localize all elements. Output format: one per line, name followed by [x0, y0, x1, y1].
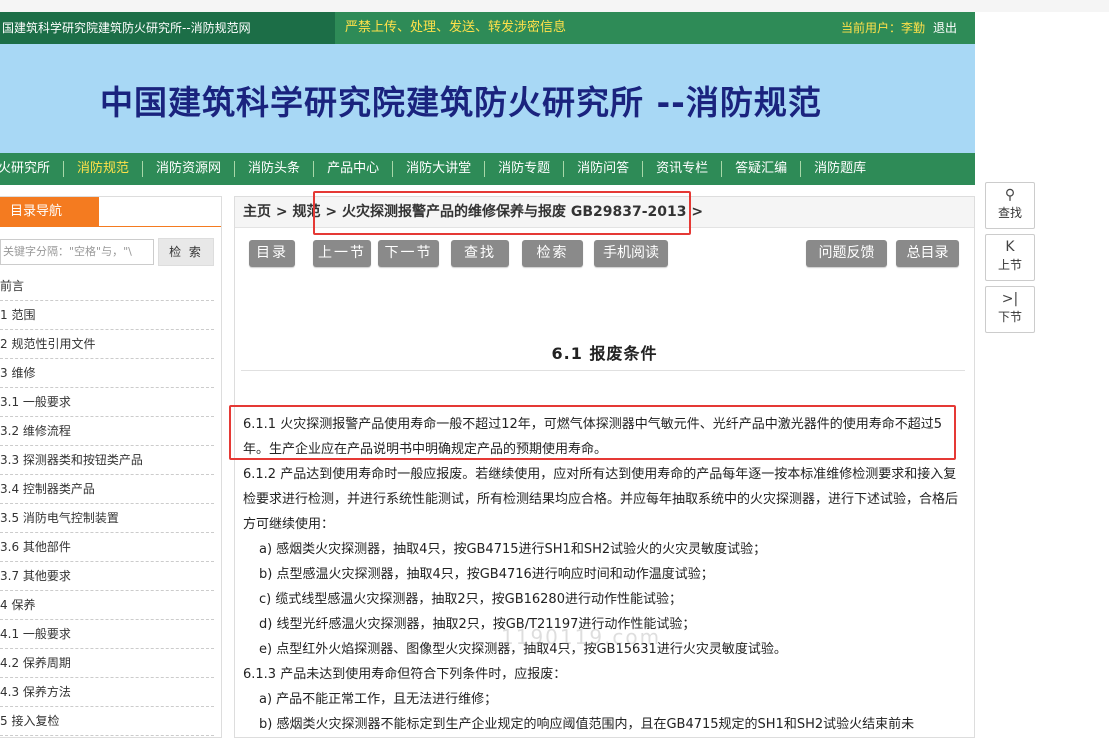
sidebar-title: 目录导航 [0, 197, 99, 227]
article-body: 6.1.1 火灾探测报警产品使用寿命一般不超过12年，可燃气体探测器中气敏元件、… [243, 412, 958, 737]
skip-back-icon: K [1005, 239, 1015, 255]
main-nav: 火研究所 消防规范 消防资源网 消防头条 产品中心 消防大讲堂 消防专题 消防问… [0, 153, 975, 185]
nav-item-question-bank[interactable]: 消防题库 [801, 161, 879, 177]
browser-strip [0, 0, 1109, 12]
nav-item-resources[interactable]: 消防资源网 [143, 161, 236, 177]
find-button[interactable]: 查找 [451, 240, 509, 267]
toc-item-3-5[interactable]: 3.5 消防电气控制装置 [0, 504, 214, 533]
toc-item-3-3[interactable]: 3.3 探测器类和按钮类产品 [0, 446, 214, 475]
mobile-read-button[interactable]: 手机阅读 [594, 240, 668, 267]
breadcrumb-separator: > [686, 204, 704, 220]
nav-item-news[interactable]: 资讯专栏 [643, 161, 723, 177]
paragraph-6-1-3: 6.1.3 产品未达到使用寿命但符合下列条件时，应报废： [243, 667, 567, 682]
current-user: 当前用户：李勤 [840, 21, 925, 35]
page: 国建筑科学研究院建筑防火研究所--消防规范网 严禁上传、处理、发送、转发涉密信息… [0, 0, 1109, 738]
site-title: 国建筑科学研究院建筑防火研究所--消防规范网 [0, 12, 335, 44]
toc-button[interactable]: 目录 [249, 240, 295, 267]
list-item: a) 产品不能正常工作，且无法进行维修； [259, 692, 498, 707]
top-bar: 国建筑科学研究院建筑防火研究所--消防规范网 严禁上传、处理、发送、转发涉密信息… [0, 12, 975, 44]
toc-item-4-3[interactable]: 4.3 保养方法 [0, 678, 214, 707]
toc-item-5[interactable]: 5 接入复检 [0, 707, 214, 736]
float-next-button[interactable]: >| 下节 [985, 286, 1035, 333]
list-item: a) 感烟类火灾探测器，抽取4只，按GB4715进行SH1和SH2试验火的火灾灵… [259, 542, 767, 557]
security-warning: 严禁上传、处理、发送、转发涉密信息 [345, 20, 567, 35]
list-item: e) 点型红外火焰探测器、图像型火灾探测器，抽取4只，按GB15631进行火灾灵… [259, 642, 787, 657]
float-prev-label: 上节 [997, 258, 1022, 272]
toc-item-4[interactable]: 4 保养 [0, 591, 214, 620]
toc-item-3[interactable]: 3 维修 [0, 359, 214, 388]
breadcrumb-current[interactable]: 火灾探测报警产品的维修保养与报废 GB29837-2013 [342, 204, 687, 220]
nav-item-headlines[interactable]: 消防头条 [235, 161, 315, 177]
next-section-button[interactable]: 下一节 [378, 240, 439, 267]
feedback-button[interactable]: 问题反馈 [806, 240, 887, 267]
toc-item-3-2[interactable]: 3.2 维修流程 [0, 417, 214, 446]
nav-item-institute[interactable]: 火研究所 [0, 161, 65, 177]
toc-item-3-7[interactable]: 3.7 其他要求 [0, 562, 214, 591]
float-prev-button[interactable]: K 上节 [985, 234, 1035, 281]
search-icon: ⚲ [1004, 187, 1016, 203]
breadcrumb: 主页 > 规范 > 火灾探测报警产品的维修保养与报废 GB29837-2013 … [235, 197, 974, 228]
toc-item-1[interactable]: 1 范围 [0, 301, 214, 330]
toolbar: 目录 上一节 下一节 查找 检索 手机阅读 问题反馈 总目录 [249, 240, 961, 268]
user-info: 当前用户：李勤 退出 [841, 12, 957, 44]
nav-item-lectures[interactable]: 消防大讲堂 [393, 161, 486, 177]
logout-link[interactable]: 退出 [933, 21, 957, 35]
toc-item-3-6[interactable]: 3.6 其他部件 [0, 533, 214, 562]
toc-item-3-1[interactable]: 3.1 一般要求 [0, 388, 214, 417]
skip-forward-icon: >| [1001, 291, 1019, 307]
sidebar-search-input[interactable]: 关键字分隔："空格"与，"\ [0, 239, 154, 265]
toc-item-4-1[interactable]: 4.1 一般要求 [0, 620, 214, 649]
banner: 中国建筑科学研究院建筑防火研究所 --消防规范 [0, 44, 975, 153]
nav-item-products[interactable]: 产品中心 [314, 161, 394, 177]
sidebar-search-button[interactable]: 检 索 [158, 238, 214, 266]
main-content: 主页 > 规范 > 火灾探测报警产品的维修保养与报废 GB29837-2013 … [229, 191, 975, 738]
toc-list: 前言 1 范围 2 规范性引用文件 3 维修 3.1 一般要求 3.2 维修流程… [0, 272, 214, 736]
sidebar: 目录导航 关键字分隔："空格"与，"\ 检 索 前言 1 范围 2 规范性引用文… [0, 196, 222, 738]
list-item: c) 缆式线型感温火灾探测器，抽取2只，按GB16280进行动作性能试验； [259, 592, 682, 607]
section-divider [241, 370, 965, 371]
paragraph-6-1-2: 6.1.2 产品达到使用寿命时一般应报废。若继续使用，应对所有达到使用寿命的产品… [243, 467, 959, 532]
banner-title: 中国建筑科学研究院建筑防火研究所 --消防规范 [100, 83, 822, 122]
search-button[interactable]: 检索 [522, 240, 583, 267]
breadcrumb-separator: > [271, 204, 293, 220]
nav-item-answers[interactable]: 答疑汇编 [722, 161, 802, 177]
nav-item-qa[interactable]: 消防问答 [564, 161, 644, 177]
list-item: b) 感烟类火灾探测器不能标定到生产企业规定的响应阈值范围内，且在GB4715规… [259, 717, 915, 732]
prev-section-button[interactable]: 上一节 [313, 240, 371, 267]
toc-item-4-2[interactable]: 4.2 保养周期 [0, 649, 214, 678]
float-find-button[interactable]: ⚲ 查找 [985, 182, 1035, 229]
toc-item-foreword[interactable]: 前言 [0, 272, 214, 301]
breadcrumb-home[interactable]: 主页 [243, 204, 271, 220]
nav-item-topics[interactable]: 消防专题 [485, 161, 565, 177]
toc-item-3-4[interactable]: 3.4 控制器类产品 [0, 475, 214, 504]
paragraph-6-1-1: 6.1.1 火灾探测报警产品使用寿命一般不超过12年，可燃气体探测器中气敏元件、… [243, 417, 943, 457]
section-title: 6.1 报废条件 [551, 344, 658, 363]
list-item: b) 点型感温火灾探测器，抽取4只，按GB4716进行响应时间和动作温度试验； [259, 567, 714, 582]
breadcrumb-separator: > [320, 204, 342, 220]
sidebar-title-line [99, 226, 221, 227]
main-toc-button[interactable]: 总目录 [896, 240, 959, 267]
toc-item-2[interactable]: 2 规范性引用文件 [0, 330, 214, 359]
float-find-label: 查找 [997, 206, 1022, 220]
breadcrumb-standards[interactable]: 规范 [292, 204, 320, 220]
nav-item-standards[interactable]: 消防规范 [64, 161, 144, 177]
list-item: d) 线型光纤感温火灾探测器，抽取2只，按GB/T21197进行动作性能试验； [259, 617, 696, 632]
float-next-label: 下节 [997, 310, 1022, 324]
